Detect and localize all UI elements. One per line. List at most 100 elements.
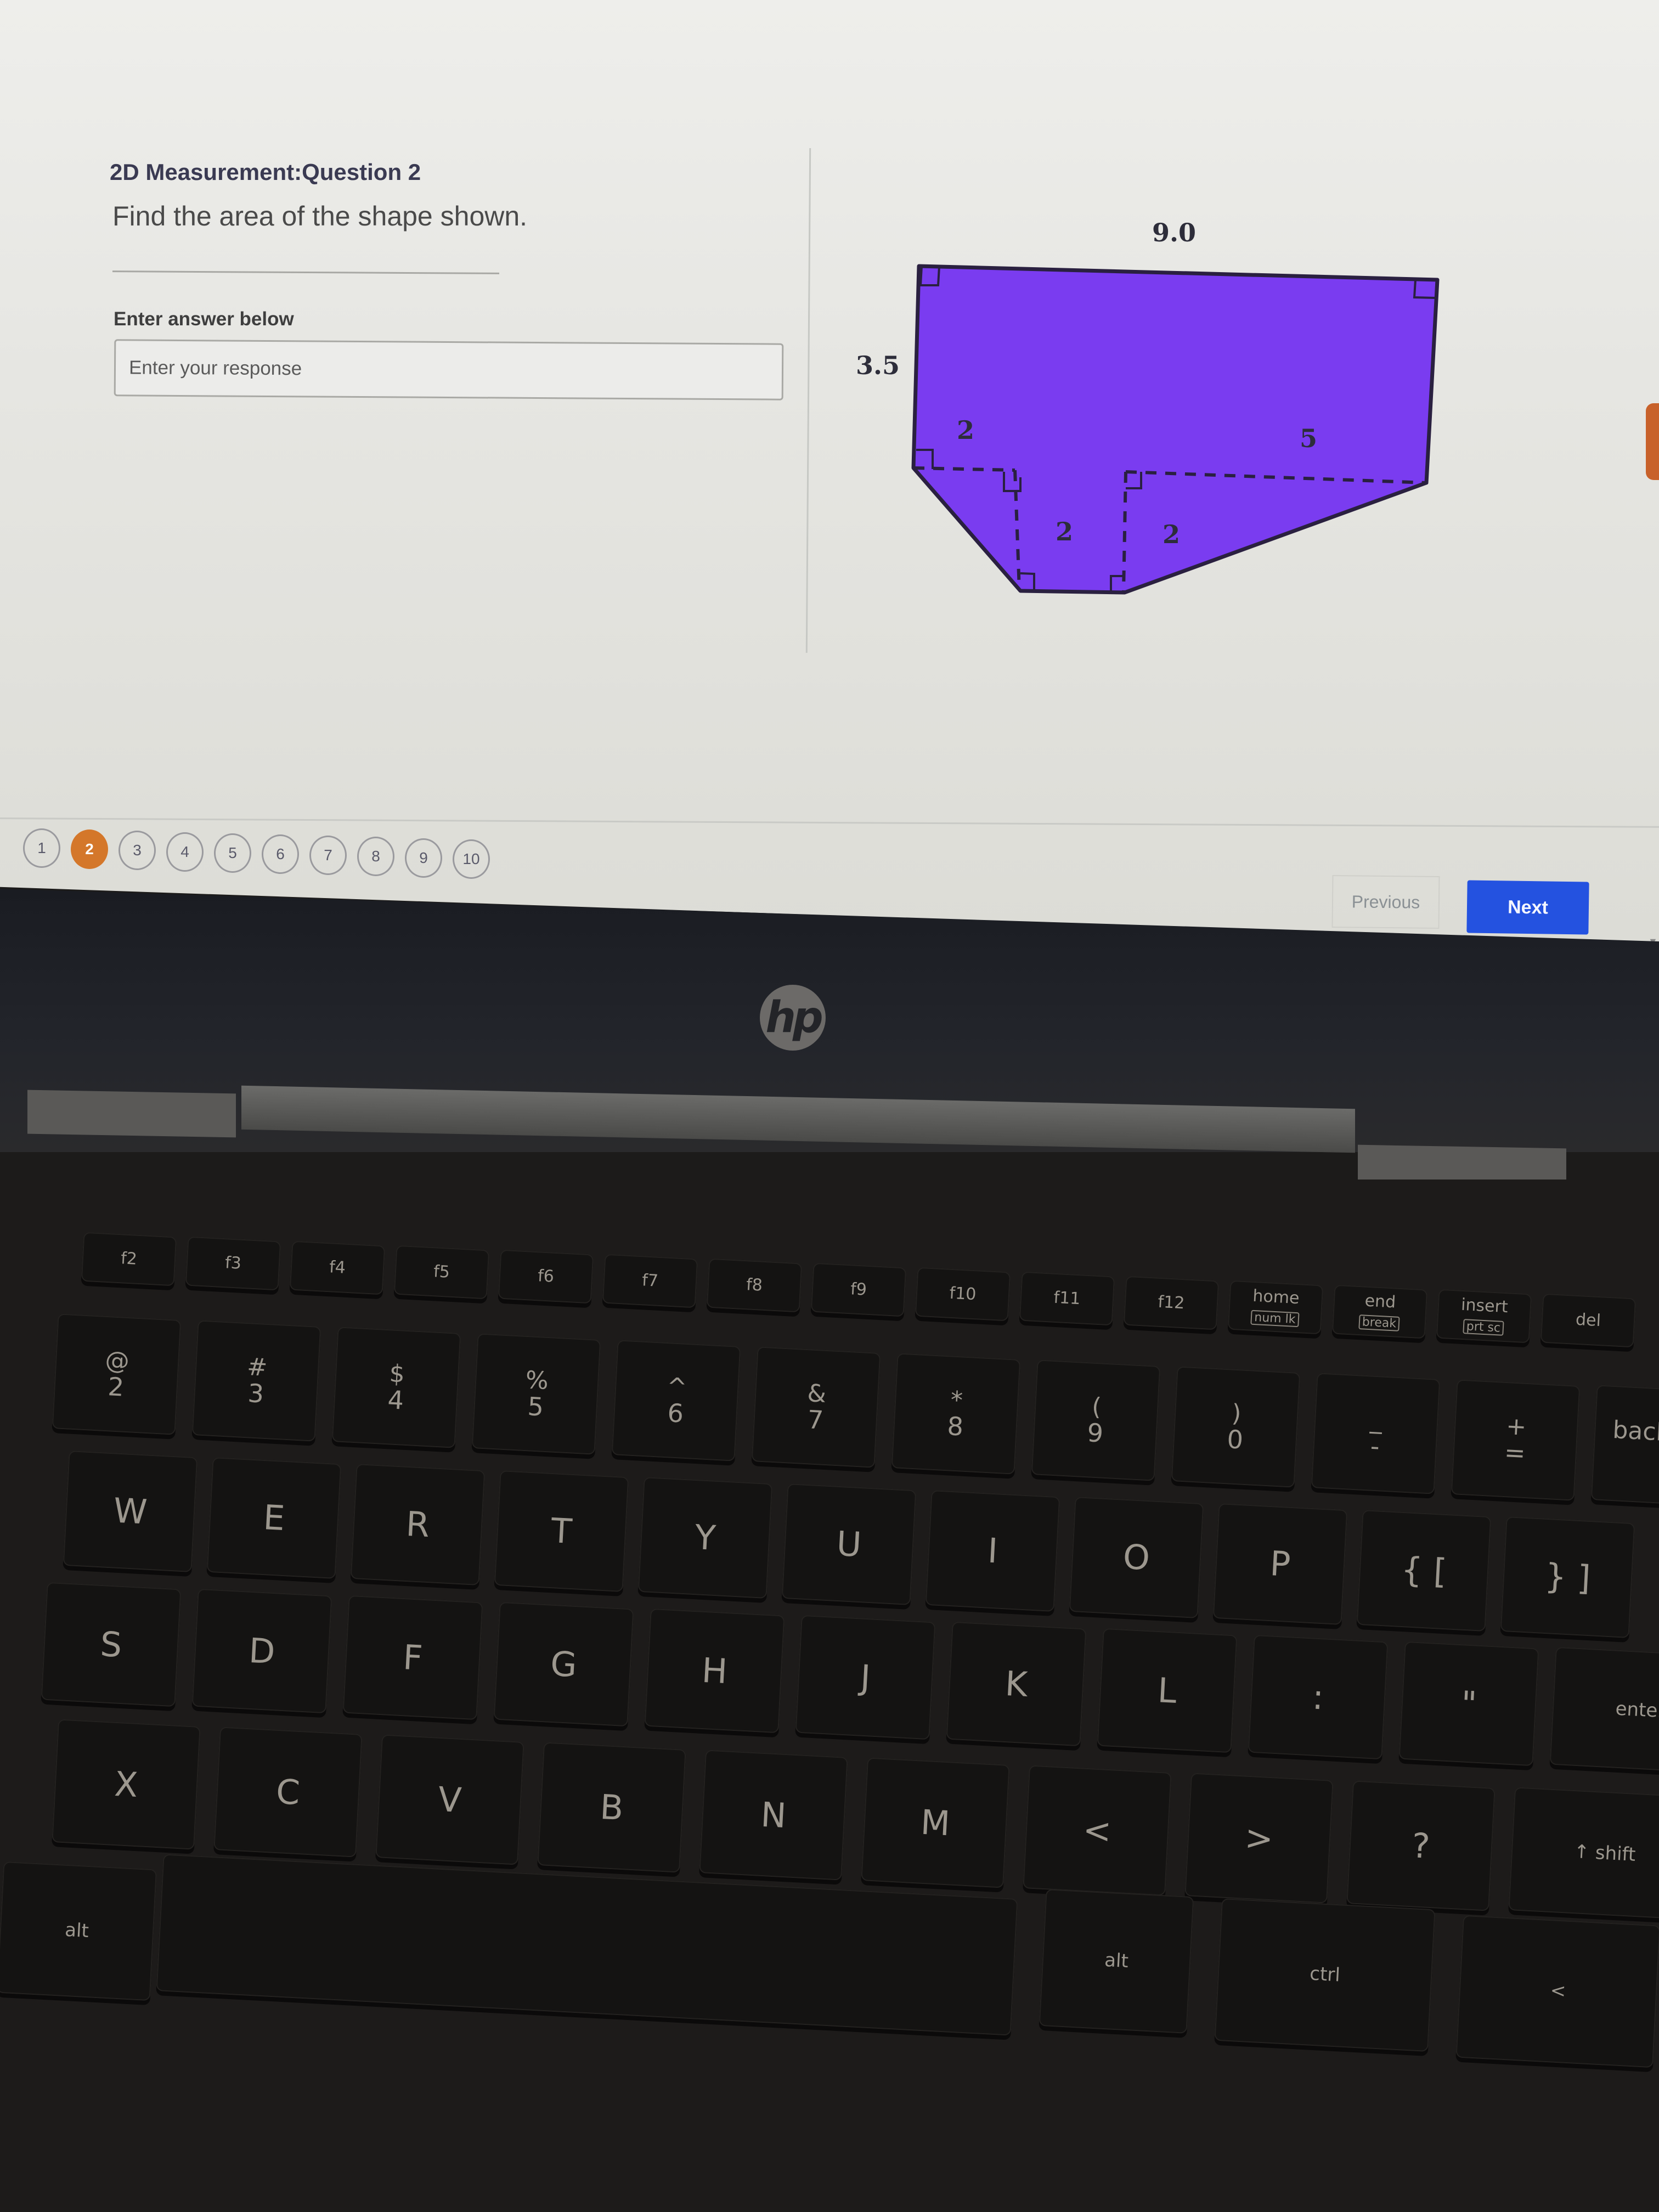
key-e[interactable]: E	[206, 1457, 342, 1579]
key-alt-left[interactable]: alt	[0, 1861, 157, 2001]
key-f7[interactable]: f7	[602, 1254, 698, 1308]
key-bottom-4[interactable]: N	[699, 1750, 848, 1881]
key-t[interactable]: T	[494, 1470, 629, 1593]
key-label: W	[112, 1490, 149, 1533]
key-digit: 5	[527, 1391, 545, 1422]
key-i[interactable]: I	[925, 1489, 1060, 1612]
key-5[interactable]: % 5	[471, 1333, 601, 1455]
page-9-button[interactable]: 9	[405, 838, 442, 878]
key-}][interactable]: } ]	[1500, 1516, 1635, 1639]
key-label: f5	[433, 1262, 450, 1283]
key-label: K	[1004, 1663, 1029, 1705]
key-p[interactable]: P	[1212, 1503, 1348, 1626]
label-right-segment: 5	[1300, 424, 1317, 453]
page-2-button[interactable]: 2	[71, 830, 108, 870]
key-shift[interactable]: ↑ shift	[1508, 1787, 1659, 1920]
key-symbol: %	[524, 1365, 550, 1395]
side-feedback-tab[interactable]	[1646, 403, 1659, 480]
key-o[interactable]: O	[1069, 1496, 1204, 1619]
key-backspace[interactable]: backspace←	[1590, 1385, 1659, 1509]
divider	[112, 270, 500, 274]
key-{[[interactable]: { [	[1356, 1509, 1492, 1632]
page-1-button[interactable]: 1	[23, 828, 60, 868]
key-r[interactable]: R	[350, 1463, 486, 1586]
key-f5[interactable]: f5	[393, 1245, 490, 1300]
key-8[interactable]: * 8	[891, 1353, 1021, 1475]
key-home-6[interactable]: K	[946, 1621, 1087, 1747]
key-home-3[interactable]: G	[493, 1601, 634, 1727]
key-home-5[interactable]: J	[795, 1615, 936, 1740]
key-f11[interactable]: f11	[1019, 1271, 1115, 1326]
key-bottom-0[interactable]: X	[52, 1719, 201, 1850]
page-7-button[interactable]: 7	[309, 836, 347, 876]
page-8-button[interactable]: 8	[357, 837, 394, 877]
key-y[interactable]: Y	[637, 1476, 773, 1599]
key-home[interactable]: home num lk	[1227, 1280, 1324, 1335]
key-4[interactable]: $4	[331, 1327, 461, 1448]
key-6[interactable]: ^ 6	[611, 1340, 741, 1462]
key-label: f3	[224, 1253, 242, 1274]
key-9[interactable]: (9	[1031, 1359, 1161, 1481]
key-end[interactable]: end break	[1331, 1284, 1428, 1339]
key-home-7[interactable]: L	[1097, 1628, 1238, 1753]
page-4-button[interactable]: 4	[166, 832, 204, 872]
key-bottom-7[interactable]: >	[1184, 1773, 1334, 1904]
key-label: R	[405, 1504, 431, 1545]
key--[interactable]: _ -	[1311, 1373, 1441, 1494]
key-home-2[interactable]: F	[342, 1595, 483, 1720]
key-label: enter	[1615, 1697, 1659, 1723]
page-10-button[interactable]: 10	[453, 839, 490, 879]
key-f10[interactable]: f10	[915, 1267, 1011, 1322]
key-bottom-5[interactable]: M	[861, 1757, 1010, 1888]
key-label: P	[1268, 1543, 1292, 1585]
key-symbol: *	[950, 1386, 964, 1415]
key-home-1[interactable]: D	[191, 1588, 332, 1714]
key-3[interactable]: #3	[191, 1320, 321, 1442]
key-bottom-6[interactable]: <	[1023, 1765, 1172, 1896]
key-f9[interactable]: f9	[810, 1262, 907, 1317]
key-enter[interactable]: enter	[1549, 1646, 1659, 1774]
key-label: f7	[641, 1271, 659, 1291]
key-7[interactable]: & 7	[751, 1346, 881, 1468]
key-u[interactable]: U	[781, 1483, 917, 1606]
key-arrow-left[interactable]: <	[1455, 1915, 1659, 2068]
key-home-4[interactable]: H	[644, 1608, 785, 1734]
key-2[interactable]: @2	[52, 1313, 182, 1435]
key-del[interactable]: del	[1540, 1293, 1637, 1348]
key-home-0[interactable]: S	[41, 1582, 182, 1707]
previous-button[interactable]: Previous	[1331, 874, 1440, 929]
key-0[interactable]: ) 0	[1171, 1366, 1301, 1488]
key-label: F	[402, 1637, 424, 1678]
key-symbol: )	[1231, 1399, 1242, 1428]
key-alt-right[interactable]: alt	[1039, 1889, 1194, 2034]
key-ctrl[interactable]: ctrl	[1214, 1898, 1436, 2052]
next-button[interactable]: Next	[1466, 880, 1589, 935]
question-pagination: 1 2 3 4 5 6 7 8 9 10	[23, 828, 517, 889]
key-bottom-2[interactable]: V	[375, 1734, 524, 1865]
key-bottom-1[interactable]: C	[213, 1726, 363, 1858]
key-symbol: (	[1091, 1392, 1102, 1421]
key-f2[interactable]: f2	[81, 1232, 177, 1286]
key-bottom-3[interactable]: B	[537, 1742, 686, 1873]
key-home-8[interactable]: :	[1248, 1634, 1389, 1760]
key-insert[interactable]: insert prt sc	[1436, 1289, 1532, 1344]
key-label: D	[247, 1630, 276, 1672]
answer-input[interactable]	[114, 339, 784, 400]
key-=[interactable]: + =	[1451, 1379, 1581, 1501]
key-w[interactable]: W	[63, 1450, 198, 1573]
key-label: ↑ shift	[1573, 1840, 1637, 1866]
key-f8[interactable]: f8	[706, 1258, 803, 1313]
key-f3[interactable]: f3	[185, 1236, 281, 1291]
key-bottom-8[interactable]: ?	[1346, 1780, 1496, 1911]
key-label: H	[701, 1650, 729, 1692]
key-f4[interactable]: f4	[289, 1240, 386, 1295]
key-f12[interactable]: f12	[1123, 1276, 1220, 1330]
key-f6[interactable]: f6	[498, 1249, 594, 1304]
page-3-button[interactable]: 3	[119, 831, 156, 871]
page-6-button[interactable]: 6	[262, 834, 299, 874]
page-5-button[interactable]: 5	[214, 833, 251, 873]
key-home-9[interactable]: "	[1398, 1641, 1539, 1767]
key-label: { [	[1400, 1549, 1448, 1592]
key-label: f12	[1157, 1292, 1186, 1313]
key-label: M	[919, 1802, 951, 1844]
